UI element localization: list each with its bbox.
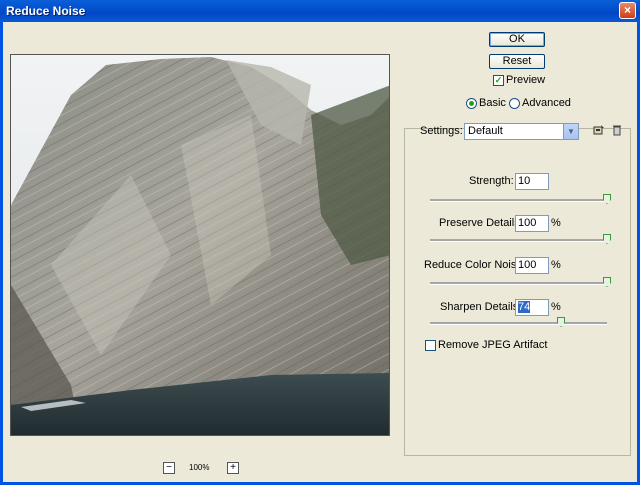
title-bar: Reduce Noise ×: [0, 0, 640, 22]
strength-label: Strength:: [469, 175, 514, 187]
basic-label: Basic: [479, 97, 506, 109]
sharpen-details-unit: %: [551, 301, 561, 313]
close-button[interactable]: ×: [619, 2, 636, 19]
strength-input[interactable]: 10: [515, 173, 549, 190]
reduce-color-noise-label: Reduce Color Noise:: [424, 259, 526, 271]
strength-slider[interactable]: [430, 194, 611, 204]
basic-radio[interactable]: [466, 98, 477, 109]
remove-jpeg-artifact-checkbox[interactable]: [425, 340, 436, 351]
settings-value: Default: [468, 125, 503, 137]
preserve-details-input[interactable]: 100: [515, 215, 549, 232]
reduce-color-noise-unit: %: [551, 259, 561, 271]
preview-label: Preview: [506, 74, 546, 86]
advanced-radio[interactable]: [509, 98, 520, 109]
sharpen-details-slider[interactable]: [430, 317, 607, 327]
cliff-photo: [11, 55, 389, 435]
zoom-out-button[interactable]: −: [163, 462, 175, 474]
checkmark-icon: ✓: [494, 75, 503, 85]
trash-icon[interactable]: [611, 124, 623, 136]
zoom-level: 100%: [189, 463, 210, 472]
settings-label: Settings:: [420, 125, 463, 137]
reset-button[interactable]: Reset: [489, 54, 545, 69]
save-settings-icon[interactable]: [593, 124, 605, 136]
plus-icon: +: [230, 462, 236, 473]
preserve-details-label: Preserve Details:: [439, 217, 523, 229]
sharpen-details-input[interactable]: 74: [515, 299, 549, 316]
preserve-details-unit: %: [551, 217, 561, 229]
sharpen-details-label: Sharpen Details:: [440, 301, 522, 313]
settings-dropdown[interactable]: Default ▼: [464, 123, 579, 140]
zoom-in-button[interactable]: +: [227, 462, 239, 474]
minus-icon: −: [166, 462, 172, 473]
preview-checkbox[interactable]: ✓: [493, 75, 504, 86]
preserve-details-slider[interactable]: [430, 234, 611, 244]
preview-image[interactable]: [10, 54, 390, 436]
chevron-down-icon[interactable]: ▼: [563, 124, 578, 139]
reduce-color-noise-slider[interactable]: [430, 277, 611, 287]
window-title: Reduce Noise: [6, 4, 86, 18]
ok-button[interactable]: OK: [489, 32, 545, 47]
remove-jpeg-artifact-label: Remove JPEG Artifact: [438, 339, 548, 351]
advanced-label: Advanced: [522, 97, 571, 109]
reduce-color-noise-input[interactable]: 100: [515, 257, 549, 274]
